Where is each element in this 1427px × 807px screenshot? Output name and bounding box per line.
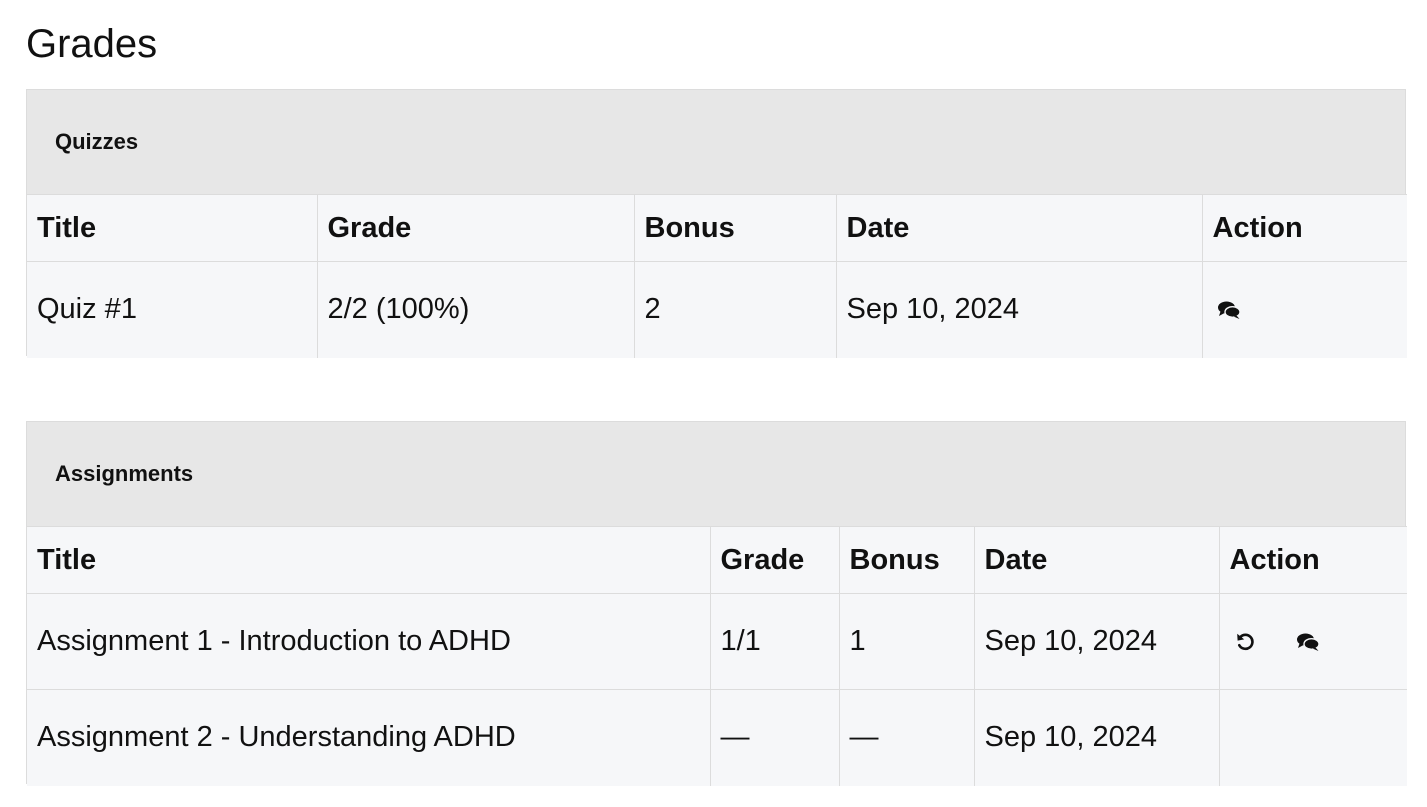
quizzes-heading: Quizzes bbox=[27, 90, 1405, 194]
cell-action bbox=[1201, 261, 1407, 358]
column-header-bonus: Bonus bbox=[633, 194, 836, 262]
cell-grade: 1/1 bbox=[709, 593, 839, 690]
column-header-date: Date bbox=[973, 526, 1219, 594]
undo-icon[interactable] bbox=[1234, 630, 1258, 654]
table-header-row: Title Grade Bonus Date Action bbox=[27, 526, 1407, 594]
assignments-heading: Assignments bbox=[27, 422, 1405, 526]
column-header-action: Action bbox=[1201, 194, 1407, 262]
cell-date: Sep 10, 2024 bbox=[835, 261, 1202, 358]
quizzes-card: Quizzes Title Grade Bonus Date Action Qu… bbox=[26, 89, 1407, 358]
quizzes-table: Title Grade Bonus Date Action Quiz #1 2/… bbox=[27, 194, 1407, 358]
table-row: Assignment 2 - Understanding ADHD — — Se… bbox=[27, 689, 1407, 786]
table-row: Quiz #1 2/2 (100%) 2 Sep 10, 2024 bbox=[27, 261, 1407, 358]
cell-grade: 2/2 (100%) bbox=[316, 261, 634, 358]
cell-action bbox=[1218, 593, 1407, 690]
cell-action bbox=[1218, 689, 1407, 786]
assignments-table: Title Grade Bonus Date Action Assignment… bbox=[27, 526, 1407, 786]
column-header-action: Action bbox=[1218, 526, 1407, 594]
page-title: Grades bbox=[26, 22, 158, 66]
column-header-grade: Grade bbox=[709, 526, 839, 594]
row-actions bbox=[1213, 298, 1398, 322]
table-row: Assignment 1 - Introduction to ADHD 1/1 … bbox=[27, 593, 1407, 690]
cell-grade: — bbox=[709, 689, 839, 786]
cell-bonus: 2 bbox=[633, 261, 836, 358]
cell-title: Assignment 1 - Introduction to ADHD bbox=[27, 593, 710, 690]
grades-page: Grades Quizzes Title Grade Bonus Date Ac… bbox=[0, 0, 1427, 807]
column-header-grade: Grade bbox=[316, 194, 634, 262]
comments-icon[interactable] bbox=[1217, 298, 1241, 322]
comments-icon[interactable] bbox=[1296, 630, 1320, 654]
table-header-row: Title Grade Bonus Date Action bbox=[27, 194, 1407, 262]
assignments-card: Assignments Title Grade Bonus Date Actio… bbox=[26, 421, 1407, 786]
column-header-bonus: Bonus bbox=[838, 526, 974, 594]
cell-date: Sep 10, 2024 bbox=[973, 593, 1219, 690]
column-header-date: Date bbox=[835, 194, 1202, 262]
cell-bonus: 1 bbox=[838, 593, 974, 690]
cell-title: Quiz #1 bbox=[27, 261, 317, 358]
column-header-title: Title bbox=[27, 526, 710, 594]
cell-bonus: — bbox=[838, 689, 974, 786]
cell-date: Sep 10, 2024 bbox=[973, 689, 1219, 786]
row-actions bbox=[1230, 630, 1398, 654]
column-header-title: Title bbox=[27, 194, 317, 262]
cell-title: Assignment 2 - Understanding ADHD bbox=[27, 689, 710, 786]
